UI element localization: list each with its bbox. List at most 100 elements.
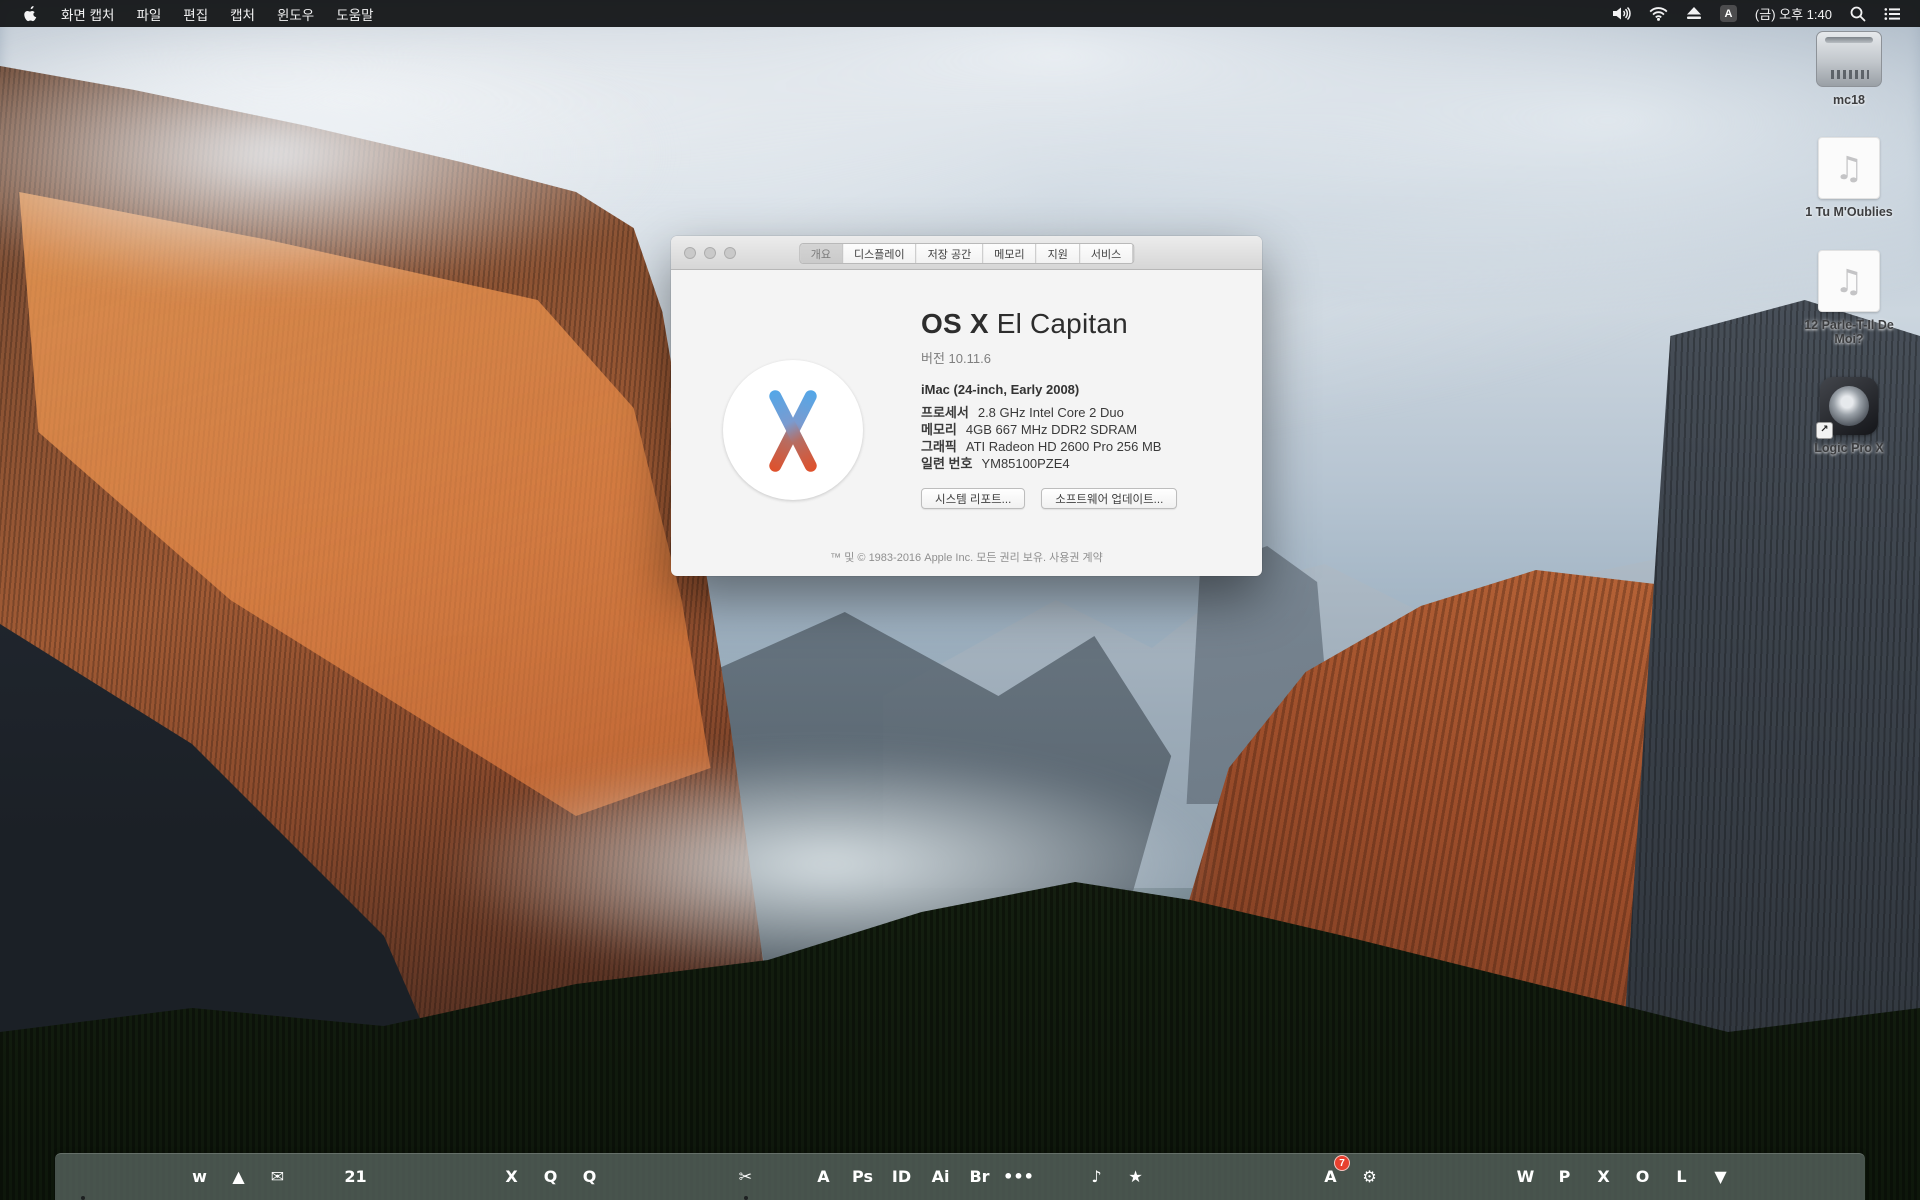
dock-lync[interactable]: L — [1662, 1154, 1701, 1200]
dock-stickies[interactable] — [414, 1154, 453, 1200]
dock-icon-art: 21 — [337, 1159, 374, 1196]
wifi-menu[interactable] — [1640, 0, 1677, 27]
software-update-button[interactable]: 소프트웨어 업데이트... — [1041, 488, 1177, 509]
menu-capture[interactable]: 캡처 — [219, 0, 266, 27]
dock-app-store[interactable]: A 7 — [1311, 1154, 1350, 1200]
dock-itunes[interactable]: ♪ — [1077, 1154, 1116, 1200]
input-source-menu[interactable]: A — [1711, 0, 1746, 27]
dock-acrobat[interactable]: A — [804, 1154, 843, 1200]
dock-icon-art: Br — [961, 1159, 998, 1196]
dock-bridge[interactable]: Br — [960, 1154, 999, 1200]
desktop-icon-label: Logic Pro X — [1814, 441, 1883, 455]
dock-pages[interactable] — [1428, 1154, 1467, 1200]
spec-list: 프로세서2.8 GHz Intel Core 2 Duo 메모리4GB 667 … — [921, 404, 1161, 472]
dock-word[interactable]: W — [1506, 1154, 1545, 1200]
dock-outlook[interactable]: O — [1623, 1154, 1662, 1200]
eject-icon — [1686, 7, 1702, 20]
dock-logic-pro[interactable] — [765, 1154, 804, 1200]
dock-ibooks[interactable] — [1272, 1154, 1311, 1200]
dock-photoshop[interactable]: Ps — [843, 1154, 882, 1200]
desktop-icon-label: mc18 — [1833, 93, 1865, 107]
dock-icon-art — [1273, 1159, 1310, 1196]
dock-icon-art: X — [493, 1159, 530, 1196]
dock-idvd[interactable] — [1155, 1154, 1194, 1200]
volume-menu[interactable] — [1603, 0, 1640, 27]
desktop-icon-logic-pro-x[interactable]: Logic Pro X — [1792, 377, 1906, 455]
apple-menu[interactable] — [12, 0, 50, 27]
dock-vlc[interactable]: ▲ — [219, 1154, 258, 1200]
tab-overview[interactable]: 개요 — [800, 244, 843, 263]
dock-numbers[interactable] — [1467, 1154, 1506, 1200]
dock-excel[interactable]: X — [1584, 1154, 1623, 1200]
dock-icon-glyph: W — [1517, 1169, 1535, 1185]
spotlight-menu[interactable] — [1841, 0, 1875, 27]
dock-green-x-app[interactable]: X — [492, 1154, 531, 1200]
minimize-button[interactable] — [704, 247, 716, 259]
dock-garageband[interactable] — [1194, 1154, 1233, 1200]
dock-icon-art — [1819, 1159, 1856, 1196]
tab-service[interactable]: 서비스 — [1080, 244, 1133, 263]
dock-finder[interactable] — [63, 1154, 102, 1200]
dock-calendar[interactable]: 21 — [336, 1154, 375, 1200]
zoom-button[interactable] — [724, 247, 736, 259]
dock-icon-glyph: ▼ — [1714, 1169, 1726, 1185]
dock-icon-art: ★ — [1117, 1159, 1154, 1196]
dock-facetime[interactable] — [1038, 1154, 1077, 1200]
menu-bar: 화면 캡처 파일 편집 캡처 윈도우 도움말 — [0, 0, 1920, 27]
dock-illustrator[interactable]: Ai — [921, 1154, 960, 1200]
dock-icon-art: O — [1624, 1159, 1661, 1196]
os-title: OS X El Capitan — [921, 308, 1128, 340]
dock-archive-box-1[interactable]: Q — [531, 1154, 570, 1200]
system-report-button[interactable]: 시스템 리포트... — [921, 488, 1025, 509]
dock-icon-art — [1741, 1159, 1778, 1196]
dock-screen-capture[interactable]: ✂ — [726, 1154, 765, 1200]
menu-window[interactable]: 윈도우 — [266, 0, 325, 27]
tab-memory[interactable]: 메모리 — [983, 244, 1036, 263]
dock-downloads-folder[interactable] — [1779, 1154, 1818, 1200]
dock-archive-box-2[interactable]: Q — [570, 1154, 609, 1200]
dock-indesign[interactable]: ID — [882, 1154, 921, 1200]
dock-icon-glyph: X — [1597, 1169, 1609, 1185]
dock-photos[interactable] — [687, 1154, 726, 1200]
dock-powerpoint[interactable]: P — [1545, 1154, 1584, 1200]
window-titlebar[interactable]: 개요 디스플레이 저장 공간 메모리 지원 서비스 — [671, 236, 1262, 270]
dock-mail[interactable]: ✉ — [258, 1154, 297, 1200]
dock-iweb[interactable]: w — [180, 1154, 219, 1200]
menu-file[interactable]: 파일 — [125, 0, 172, 27]
dock-contacts[interactable] — [297, 1154, 336, 1200]
menu-help[interactable]: 도움말 — [325, 0, 384, 27]
desktop-icon-mc18[interactable]: mc18 — [1792, 31, 1906, 107]
clock-menu[interactable]: (금) 오후 1:40 — [1746, 0, 1841, 27]
tab-storage[interactable]: 저장 공간 — [917, 244, 984, 263]
dock-icon-art — [454, 1159, 491, 1196]
dock-messages[interactable]: ••• — [999, 1154, 1038, 1200]
dock-keynote[interactable] — [1389, 1154, 1428, 1200]
copyright-footer: ™ 및 © 1983-2016 Apple Inc. 모든 권리 보유. 사용권… — [671, 549, 1262, 565]
dock-photo-cards[interactable] — [648, 1154, 687, 1200]
dock-icon-art — [376, 1159, 413, 1196]
dock-toast[interactable] — [453, 1154, 492, 1200]
notification-center-menu[interactable] — [1875, 0, 1910, 27]
running-indicator-dot — [744, 1196, 748, 1200]
mac-model: iMac (24-inch, Early 2008) — [921, 382, 1079, 397]
menu-app[interactable]: 화면 캡처 — [50, 0, 125, 27]
dock-photo-prints[interactable] — [1233, 1154, 1272, 1200]
desktop-icon-parle-t-il[interactable]: ♫ 12 Parle-T-Il De Moi? — [1792, 250, 1906, 347]
dock-safari[interactable] — [141, 1154, 180, 1200]
desktop-icon-tu-moublies[interactable]: ♫ 1 Tu M'Oublies — [1792, 137, 1906, 219]
eject-menu[interactable] — [1677, 0, 1711, 27]
tab-support[interactable]: 지원 — [1037, 244, 1080, 263]
dock-reminders[interactable] — [609, 1154, 648, 1200]
menu-edit[interactable]: 편집 — [172, 0, 219, 27]
dock-trash[interactable] — [1818, 1154, 1857, 1200]
tab-displays[interactable]: 디스플레이 — [843, 244, 917, 263]
dock-imovie[interactable]: ★ — [1116, 1154, 1155, 1200]
about-window-body: OS X El Capitan 버전 10.11.6 iMac (24-inch… — [671, 270, 1262, 575]
dock-system-preferences[interactable]: ⚙ — [1350, 1154, 1389, 1200]
dock-icon-art — [142, 1159, 179, 1196]
close-button[interactable] — [684, 247, 696, 259]
dock-notes[interactable] — [375, 1154, 414, 1200]
dock-launchpad[interactable] — [102, 1154, 141, 1200]
dock-icon-glyph: ♪ — [1091, 1169, 1101, 1185]
dock-web-downloader[interactable]: ▼ — [1701, 1154, 1740, 1200]
